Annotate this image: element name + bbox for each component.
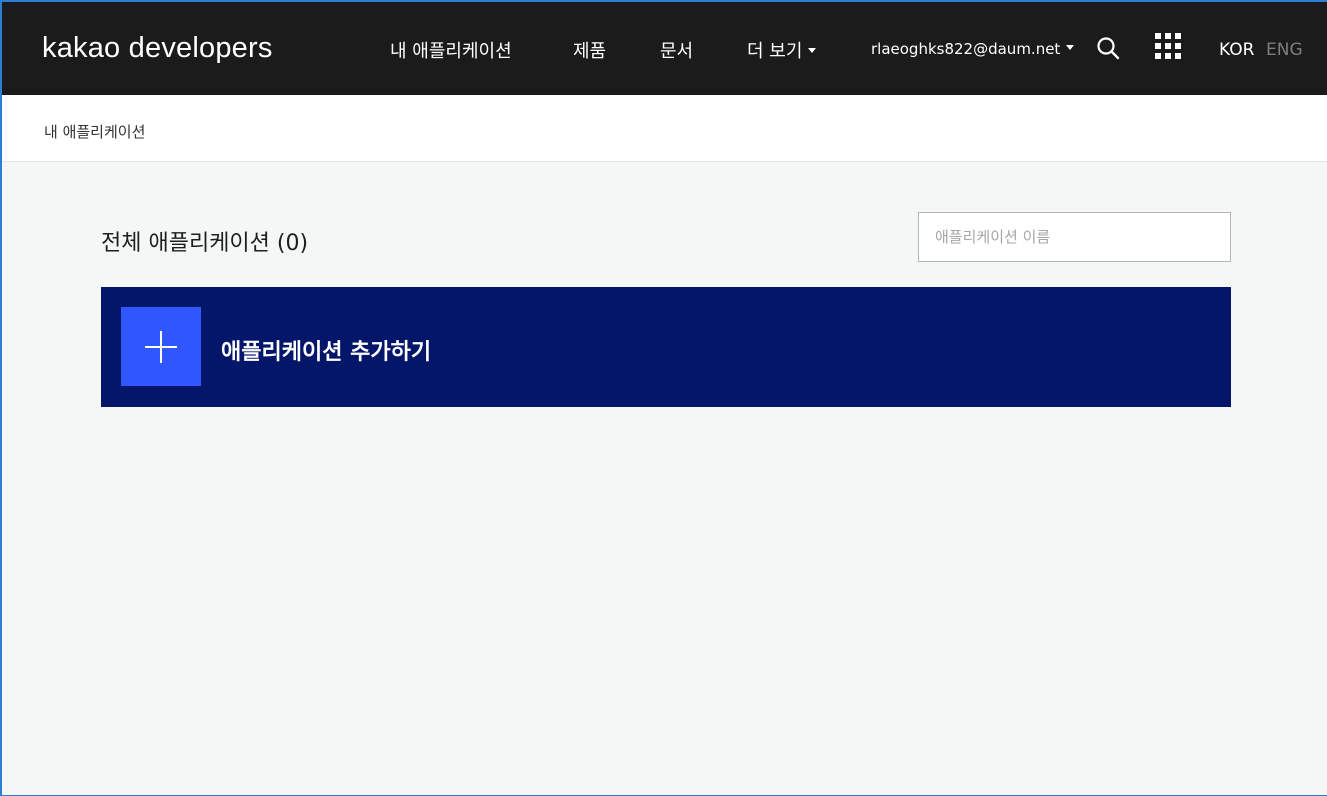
window-frame-top bbox=[0, 0, 1327, 2]
kakao-developers-logo[interactable]: kakao developers bbox=[42, 32, 273, 65]
apps-grid-icon[interactable] bbox=[1154, 32, 1182, 60]
nav-more-label: 더 보기 bbox=[747, 41, 803, 62]
logo-product-text: developers bbox=[128, 32, 273, 64]
add-application-label: 애플리케이션 추가하기 bbox=[221, 340, 432, 365]
app-search-input[interactable] bbox=[918, 212, 1231, 262]
search-icon[interactable] bbox=[1096, 36, 1120, 60]
account-email: rlaeoghks822@daum.net bbox=[871, 40, 1061, 58]
lang-kor[interactable]: KOR bbox=[1219, 40, 1254, 60]
page-title: 전체 애플리케이션 (0) bbox=[101, 231, 309, 256]
add-application-button[interactable]: 애플리케이션 추가하기 bbox=[101, 287, 1231, 407]
breadcrumb-bar: 내 애플리케이션 bbox=[2, 95, 1327, 162]
nav-more[interactable]: 더 보기 bbox=[747, 37, 817, 63]
nav-docs[interactable]: 문서 bbox=[660, 37, 693, 63]
caret-down-icon bbox=[1066, 45, 1075, 50]
caret-down-icon bbox=[808, 47, 817, 53]
nav-my-applications[interactable]: 내 애플리케이션 bbox=[390, 37, 512, 63]
window-frame-left bbox=[0, 0, 2, 796]
breadcrumb-current[interactable]: 내 애플리케이션 bbox=[44, 121, 145, 142]
top-header: kakao developers 내 애플리케이션 제품 문서 더 보기 rla… bbox=[2, 2, 1327, 95]
account-menu[interactable]: rlaeoghks822@daum.net bbox=[871, 40, 1075, 58]
plus-icon-vertical bbox=[160, 331, 162, 363]
lang-eng[interactable]: ENG bbox=[1266, 40, 1303, 60]
plus-icon bbox=[121, 307, 201, 386]
nav-products[interactable]: 제품 bbox=[573, 37, 606, 63]
logo-brand-text: kakao bbox=[42, 32, 121, 64]
